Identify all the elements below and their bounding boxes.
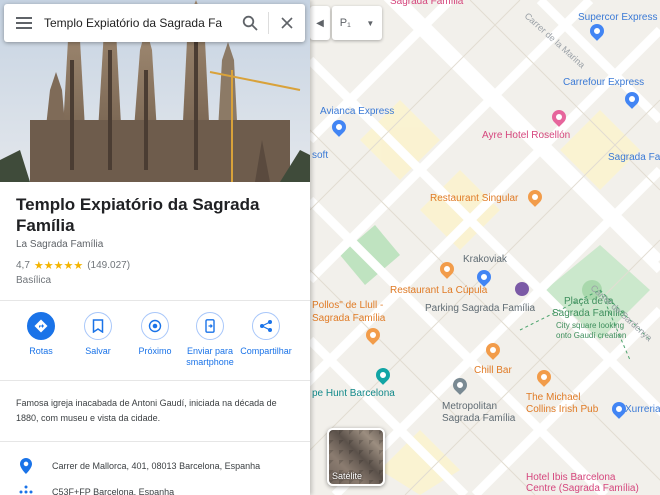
poi-label: pe Hunt Barcelona (312, 388, 395, 399)
layers-dropdown[interactable]: P₁ ▼ (332, 6, 382, 40)
place-subtitle: La Sagrada Família (16, 239, 104, 250)
poi-metro[interactable]: Metropolitan (442, 401, 497, 413)
action-label: Enviar para smartphone (186, 346, 234, 367)
poi-label: Collins Irish Pub (526, 404, 599, 415)
action-bar: Rotas Salvar Próximo Enviar para smartphone… (0, 312, 310, 372)
layers-label: P₁ (339, 17, 351, 29)
poi-placa-sub-2: onto Gaudí creation (556, 330, 626, 342)
poi-parking[interactable]: Parking Sagrada Família (425, 303, 535, 315)
chevron-left-icon: ◀ (316, 17, 324, 29)
location-pin-icon (0, 458, 52, 474)
action-label: Rotas (29, 346, 53, 356)
parking-icon[interactable] (515, 282, 529, 296)
poi-label: The Michael (526, 392, 581, 403)
poi-michael-2[interactable]: Collins Irish Pub (526, 404, 598, 416)
poi-label: Centre (Sagrada Família) (526, 483, 639, 494)
action-bookmark-button[interactable]: Salvar (69, 312, 127, 357)
poi-michael[interactable]: The Michael (526, 392, 580, 404)
poi-label: Carrefour Express (563, 77, 645, 88)
poi-label: Krakoviak (463, 254, 507, 265)
poi-label: Supercor Express (578, 12, 658, 23)
poi-hunt[interactable]: pe Hunt Barcelona (312, 388, 395, 400)
review-count[interactable]: (149.027) (87, 260, 130, 271)
poi-label: Restaurant Singular (430, 193, 519, 204)
divider (0, 441, 310, 442)
action-send-to-phone-button[interactable]: Enviar para smartphone (181, 312, 239, 368)
poi-label: Chill Bar (474, 365, 512, 376)
poi-sagrada-fa[interactable]: Sagrada Fa (608, 152, 660, 164)
place-category[interactable]: Basílica (16, 275, 51, 286)
share-icon (252, 312, 280, 340)
poi-singular[interactable]: Restaurant Singular (430, 193, 518, 205)
clear-search-button[interactable] (269, 4, 305, 42)
poi-label: Sagrada Família (312, 313, 386, 324)
satellite-toggle[interactable]: Satélite (327, 428, 385, 486)
action-share-button[interactable]: Compartilhar (237, 312, 295, 357)
poi-label: Restaurant La Cúpula (390, 285, 488, 296)
poi-label: onto Gaudí creation (556, 331, 627, 340)
search-box[interactable]: Templo Expiatório da Sagrada Fa (4, 4, 305, 42)
poi-sagrada-top[interactable]: Sagrada Família (390, 0, 463, 8)
divider (0, 300, 310, 301)
poi-label: Sagrada Família (390, 0, 464, 7)
poi-pollos-2[interactable]: Sagrada Família (312, 313, 385, 325)
nearby-icon (141, 312, 169, 340)
poi-label: Metropolitan (442, 401, 498, 412)
poi-label: Sagrada Família (442, 413, 516, 424)
plus-code-row[interactable]: C53F+FP Barcelona, Espanha (0, 481, 310, 495)
star-rating-icon: ★★★★★ (33, 260, 84, 272)
directions-icon (27, 312, 55, 340)
search-button[interactable] (232, 4, 268, 42)
menu-button[interactable] (4, 4, 44, 42)
divider (0, 380, 310, 381)
close-icon (281, 17, 293, 29)
place-panel: Templo Expiatório da Sagrada Fa Templo E… (0, 0, 310, 495)
collapse-panel-button[interactable]: ◀ (310, 6, 330, 40)
poi-supercor[interactable]: Supercor Express (578, 12, 657, 24)
poi-label: Xurreria (625, 404, 660, 415)
plus-code-icon (0, 485, 52, 495)
send-to-phone-icon (196, 312, 224, 340)
poi-metro-2[interactable]: Sagrada Família (442, 413, 515, 425)
rating-value: 4,7 (16, 260, 30, 271)
caret-down-icon: ▼ (366, 18, 375, 28)
poi-label: Parking Sagrada Família (425, 303, 536, 314)
bookmark-icon (84, 312, 112, 340)
satellite-label: Satélite (332, 471, 363, 481)
address-row[interactable]: Carrer de Mallorca, 401, 08013 Barcelona… (0, 455, 310, 477)
place-description: Famosa igreja inacabada de Antoni Gaudí,… (16, 398, 277, 423)
poi-krakoviak[interactable]: Krakoviak (463, 254, 507, 266)
poi-ayre[interactable]: Ayre Hotel Rosellón (482, 130, 570, 142)
search-input[interactable]: Templo Expiatório da Sagrada Fa (44, 16, 232, 30)
poi-carrefour[interactable]: Carrefour Express (563, 77, 644, 89)
poi-label: soft (312, 150, 329, 161)
poi-chill[interactable]: Chill Bar (474, 365, 512, 377)
poi-label: Avianca Express (320, 106, 395, 117)
action-directions-button[interactable]: Rotas (12, 312, 70, 357)
poi-pollos[interactable]: Pollos" de Llull - (312, 300, 383, 312)
poi-xurreria[interactable]: Xurreria (625, 404, 660, 416)
hamburger-icon (16, 17, 32, 29)
plus-code-text: C53F+FP Barcelona, Espanha (52, 487, 175, 495)
place-title: Templo Expiatório da Sagrada Família (16, 195, 260, 235)
poi-soft[interactable]: soft (312, 150, 328, 162)
action-label: Salvar (85, 346, 111, 356)
poi-ibis-2[interactable]: Centre (Sagrada Família) (526, 483, 639, 495)
action-label: Próximo (138, 346, 172, 356)
search-icon (242, 15, 258, 31)
action-nearby-button[interactable]: Próximo (126, 312, 184, 357)
poi-avianca[interactable]: Avianca Express (320, 106, 394, 118)
address-text: Carrer de Mallorca, 401, 08013 Barcelona… (52, 461, 261, 471)
poi-cupula[interactable]: Restaurant La Cúpula (390, 285, 487, 297)
poi-label: Sagrada Fa (608, 152, 660, 163)
action-label: Compartilhar (240, 346, 292, 356)
rating-row: 4,7 ★★★★★ (149.027) (16, 259, 130, 272)
poi-label: Ayre Hotel Rosellón (482, 130, 571, 141)
poi-label: Pollos" de Llull - (312, 300, 384, 311)
